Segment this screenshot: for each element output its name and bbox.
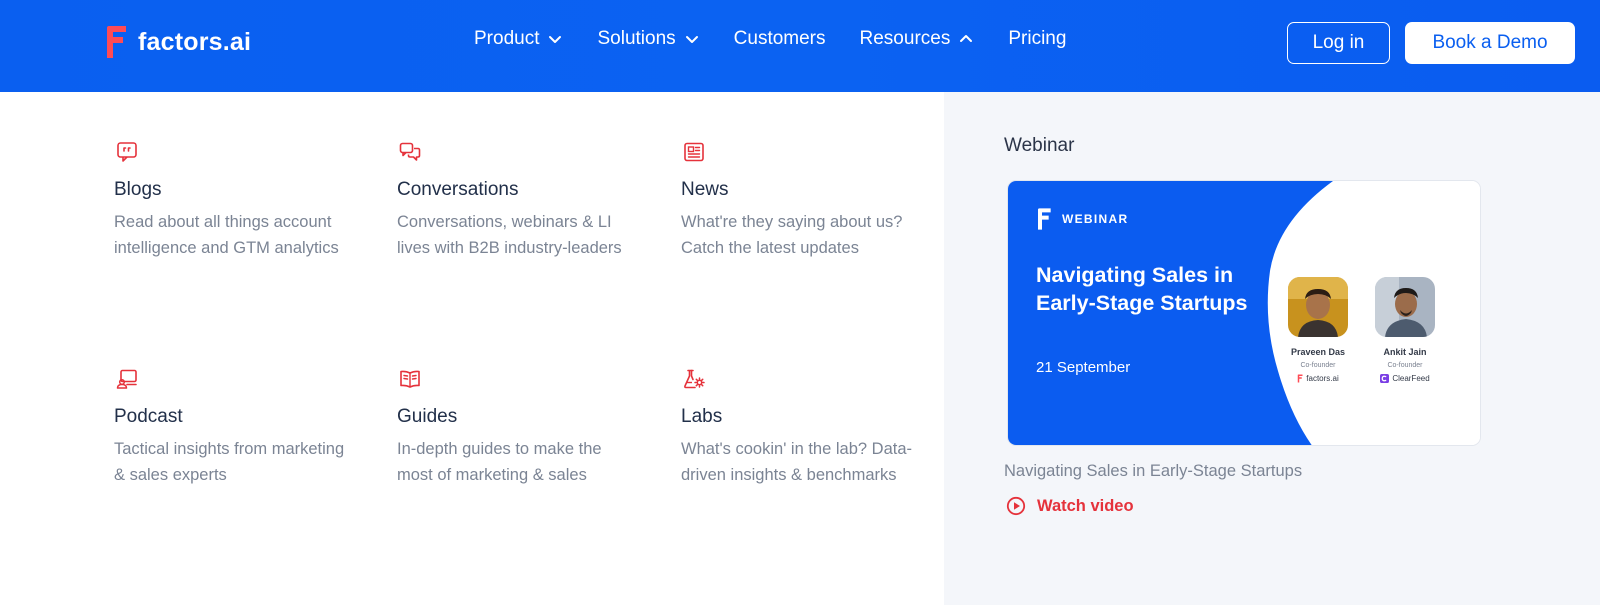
resource-description: Read about all things account intelligen… [114, 213, 339, 257]
nav-pricing[interactable]: Pricing [1008, 28, 1066, 50]
webinar-section-label: Webinar [1004, 135, 1075, 156]
factors-logo-icon [1298, 374, 1303, 383]
nav-product-label: Product [474, 28, 540, 49]
speaker-photo [1375, 277, 1435, 337]
resource-card-news[interactable]: News What're they saying about us? Catch… [681, 141, 921, 261]
brand-logo[interactable]: factors.ai [104, 25, 251, 59]
resource-title: Podcast [114, 406, 183, 427]
resource-description: Conversations, webinars & LI lives with … [397, 213, 622, 257]
chevron-down-icon [685, 36, 698, 43]
chat-bubbles-icon [399, 141, 421, 163]
webinar-badge: WEBINAR [1036, 207, 1128, 231]
watch-video-label: Watch video [1037, 496, 1134, 515]
webinar-caption: Navigating Sales in Early-Stage Startups [1004, 462, 1303, 480]
watch-video-link[interactable]: Watch video [1006, 496, 1134, 516]
nav-resources[interactable]: Resources [860, 28, 975, 50]
speaker-company: factors.ai [1273, 374, 1363, 383]
main-nav: Product Solutions Customers Resources Pr… [474, 28, 1100, 50]
newspaper-icon [683, 141, 705, 163]
speaker-company: ClearFeed [1360, 374, 1450, 383]
nav-solutions[interactable]: Solutions [597, 28, 699, 50]
resource-card-labs[interactable]: Labs What's cookin' in the lab? Data-dri… [681, 368, 921, 488]
resource-card-conversations[interactable]: Conversations Conversations, webinars & … [397, 141, 637, 261]
factors-logo-icon [107, 26, 126, 58]
speaker-name: Ankit Jain [1383, 347, 1427, 357]
speaker-company-name: factors.ai [1306, 374, 1339, 383]
resource-title: Conversations [397, 179, 519, 200]
speaker-role: Co-founder [1300, 362, 1336, 369]
quote-chat-icon [116, 141, 138, 163]
speaker-company-name: ClearFeed [1392, 374, 1430, 383]
nav-customers[interactable]: Customers [734, 28, 826, 50]
open-book-icon [399, 368, 421, 390]
webinar-badge-text: WEBINAR [1062, 212, 1129, 226]
brand-name: factors.ai [138, 27, 252, 56]
webinar-thumbnail[interactable]: WEBINAR Navigating Sales in Early-Stage … [1007, 180, 1481, 446]
podcast-icon [116, 368, 138, 390]
play-circle-icon [1006, 496, 1026, 516]
chevron-down-icon [549, 36, 562, 43]
thumbnail-date: 21 September [1036, 359, 1131, 376]
login-button[interactable]: Log in [1287, 22, 1390, 64]
resource-title: News [681, 179, 729, 200]
top-navigation-bar: factors.ai Product Solutions Customers R… [0, 0, 1600, 92]
thumbnail-title: Navigating Sales in Early-Stage Startups [1036, 263, 1248, 315]
resource-card-guides[interactable]: Guides In-depth guides to make the most … [397, 368, 637, 488]
speaker-name: Praveen Das [1290, 347, 1346, 357]
flask-gear-icon [683, 368, 705, 390]
resource-description: In-depth guides to make the most of mark… [397, 440, 602, 484]
nav-product[interactable]: Product [474, 28, 563, 50]
resource-card-podcast[interactable]: Podcast Tactical insights from marketing… [114, 368, 354, 488]
speaker-card: Praveen Das Co-founder factors.ai [1273, 277, 1363, 383]
resource-card-blogs[interactable]: Blogs Read about all things account inte… [114, 141, 354, 261]
nav-pricing-label: Pricing [1008, 28, 1067, 49]
book-demo-button[interactable]: Book a Demo [1405, 22, 1575, 64]
clearfeed-logo-icon [1380, 374, 1390, 383]
speaker-photo [1288, 277, 1348, 337]
resource-description: Tactical insights from marketing & sales… [114, 440, 345, 484]
chevron-up-icon [960, 35, 973, 42]
nav-solutions-label: Solutions [597, 28, 676, 49]
factors-logo-icon [1038, 208, 1051, 230]
resource-description: What's cookin' in the lab? Data-driven i… [681, 440, 912, 484]
resource-title: Labs [681, 406, 723, 427]
nav-customers-label: Customers [733, 28, 826, 49]
speaker-card: Ankit Jain Co-founder ClearFeed [1360, 277, 1450, 383]
resource-description: What're they saying about us? Catch the … [681, 213, 903, 257]
resource-title: Blogs [114, 179, 162, 200]
speaker-role: Co-founder [1387, 362, 1423, 369]
nav-resources-label: Resources [859, 28, 951, 49]
resource-title: Guides [397, 406, 458, 427]
